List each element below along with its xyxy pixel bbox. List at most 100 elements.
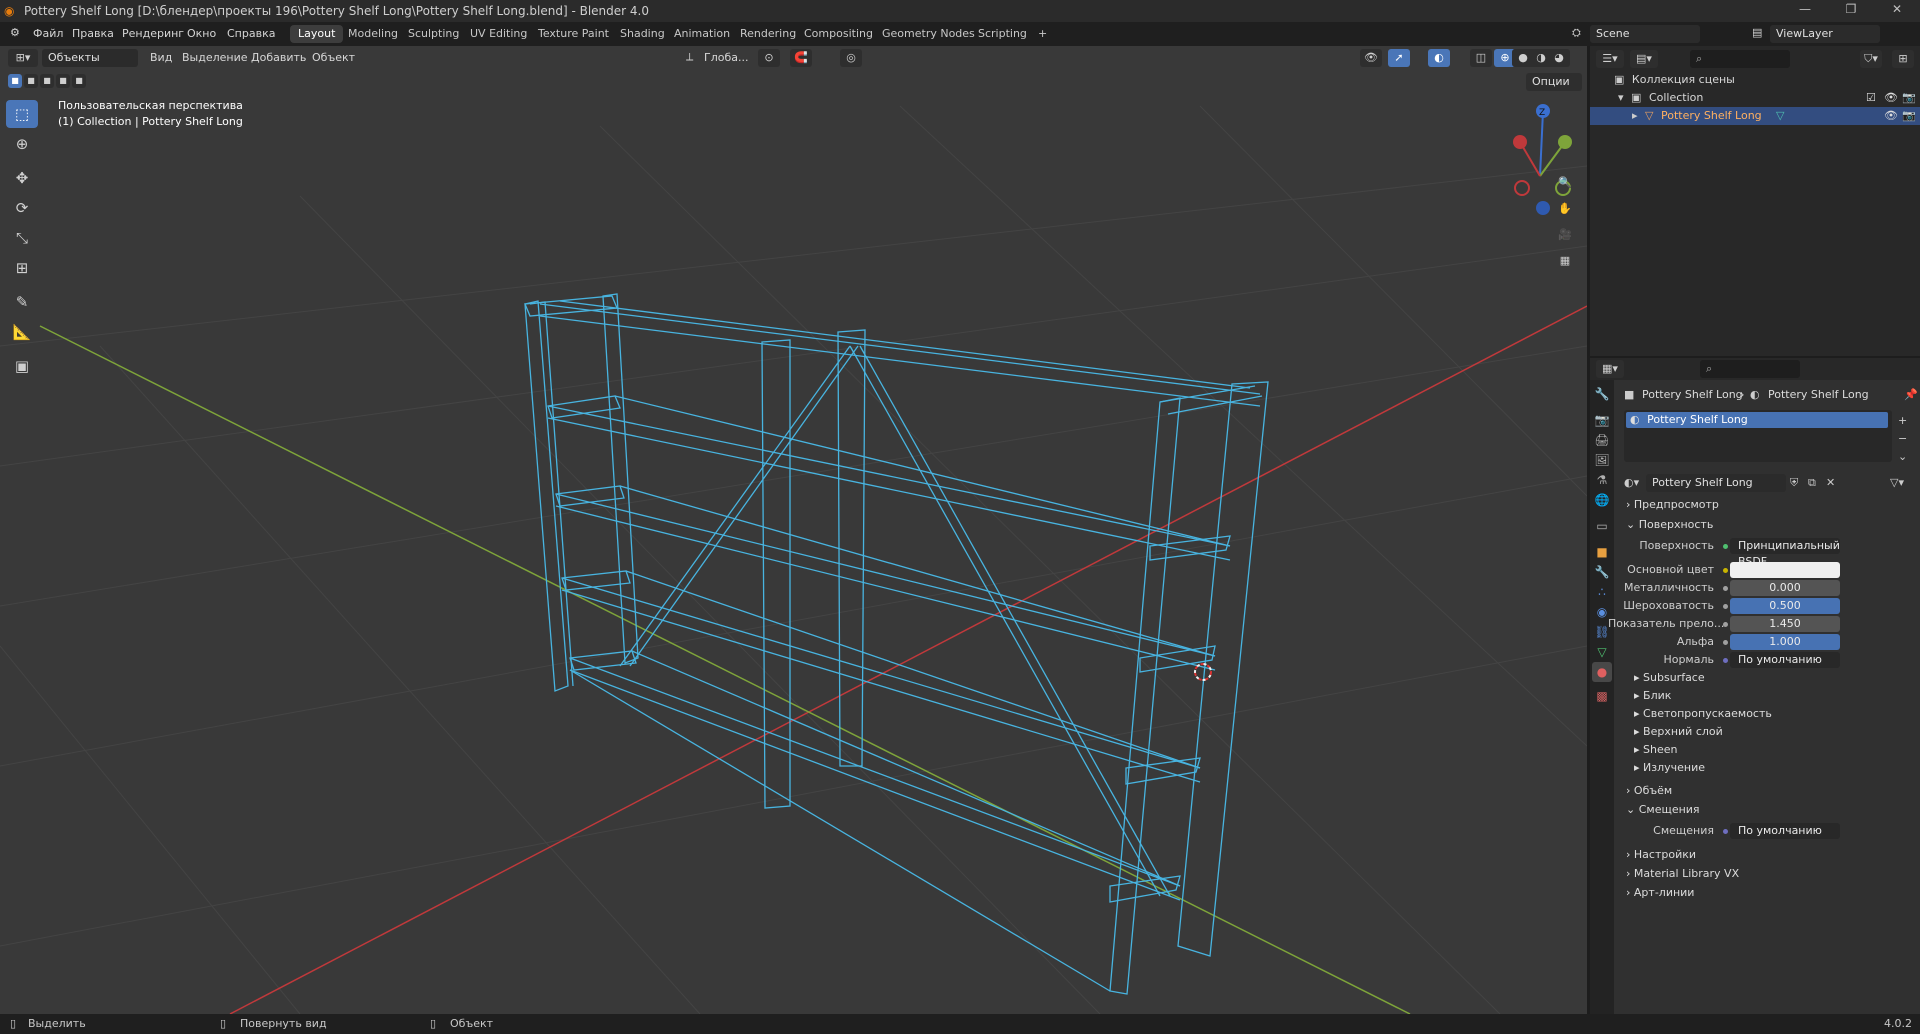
menu-select[interactable]: Выделение <box>182 51 248 64</box>
ior-field[interactable]: 1.450 <box>1730 616 1840 632</box>
tab-sculpting[interactable]: Sculpting <box>400 25 467 43</box>
panel-lineart[interactable]: › Арт-линии <box>1626 886 1694 899</box>
displacement-field[interactable]: По умолчанию <box>1730 823 1840 839</box>
panel-surface[interactable]: ⌄ Поверхность <box>1626 518 1713 531</box>
annotate-tool-icon[interactable]: ✎ <box>6 288 38 316</box>
select-mode-new-icon[interactable]: ■ <box>8 74 22 88</box>
options-dropdown[interactable]: Опции <box>1526 73 1582 91</box>
output-tab-icon[interactable]: 🖨 <box>1592 430 1612 450</box>
menu-render[interactable]: Рендеринг <box>122 27 184 40</box>
menu-add[interactable]: Добавить <box>251 51 306 64</box>
tab-shading[interactable]: Shading <box>612 25 673 43</box>
exclude-checkbox-icon[interactable]: ☑ <box>1866 89 1876 107</box>
scene-tab-icon[interactable]: ⚗ <box>1592 470 1612 490</box>
snap-icon[interactable]: 🧲 <box>790 49 812 67</box>
unlink-material-icon[interactable]: ✕ <box>1826 476 1835 489</box>
data-tab-icon[interactable]: ▽ <box>1592 642 1612 662</box>
select-mode-intersect-icon[interactable]: ■ <box>72 74 86 88</box>
object-visibility-icon[interactable]: 👁 <box>1884 107 1898 125</box>
tool-tab-icon[interactable]: 🔧 <box>1592 384 1612 404</box>
subpanel-transmission[interactable]: ▸ Светопропускаемость <box>1634 707 1772 720</box>
overlay-toggle-icon[interactable]: ◐ <box>1428 49 1450 67</box>
expand-arrow-icon[interactable]: ▸ <box>1632 109 1638 122</box>
collection-tab-icon[interactable]: ▭ <box>1592 516 1612 536</box>
transform-orientation-dropdown[interactable]: Глоба... <box>704 51 748 64</box>
tab-animation[interactable]: Animation <box>666 25 738 43</box>
select-mode-subtract-icon[interactable]: ■ <box>40 74 54 88</box>
maximize-button[interactable]: ❐ <box>1836 2 1866 20</box>
panel-preview[interactable]: › Предпросмотр <box>1626 498 1719 511</box>
3d-viewport[interactable]: Z ⊞▾ Объекты Вид Выделение Добавить Объе… <box>0 46 1587 1014</box>
tab-layout[interactable]: Layout <box>290 25 344 43</box>
rendered-shading-icon[interactable]: ◕ <box>1548 49 1570 67</box>
scene-selector[interactable]: Scene <box>1590 25 1700 43</box>
select-mode-invert-icon[interactable]: ■ <box>56 74 70 88</box>
subpanel-subsurface[interactable]: ▸ Subsurface <box>1634 671 1705 684</box>
outliner-row-collection[interactable]: ▾ ▣ Collection ☑ 👁 📷 <box>1590 89 1920 107</box>
tab-scripting[interactable]: Scripting <box>970 25 1035 43</box>
subpanel-emission[interactable]: ▸ Излучение <box>1634 761 1705 774</box>
menu-file[interactable]: Файл <box>33 27 63 40</box>
gizmo-toggle-icon[interactable]: ➚ <box>1388 49 1410 67</box>
alpha-field[interactable]: 1.000 <box>1730 634 1840 650</box>
collection-render-icon[interactable]: 📷 <box>1902 89 1916 107</box>
new-collection-icon[interactable]: ⊞ <box>1892 50 1914 68</box>
material-slot-row[interactable]: ◐ Pottery Shelf Long <box>1626 412 1888 428</box>
viewport-canvas[interactable]: Z <box>0 46 1587 1014</box>
scale-tool-icon[interactable]: ⤡ <box>6 224 38 252</box>
outliner-row-object[interactable]: ▸ ▽ Pottery Shelf Long ▽ 👁 📷 <box>1590 107 1920 125</box>
panel-displacement[interactable]: ⌄ Смещения <box>1626 803 1700 816</box>
move-tool-icon[interactable]: ✥ <box>6 164 38 192</box>
xray-toggle-icon[interactable]: ◫ <box>1470 49 1492 67</box>
proportional-edit-icon[interactable]: ◎ <box>840 49 862 67</box>
display-mode-icon[interactable]: ▤▾ <box>1630 50 1658 68</box>
outliner-row-scene-collection[interactable]: ▣ Коллекция сцены <box>1590 71 1920 89</box>
collection-visibility-icon[interactable]: 👁 <box>1884 89 1898 107</box>
cursor-tool-icon[interactable]: ⊕ <box>6 130 38 158</box>
outliner-search-input[interactable]: ⌕ <box>1690 50 1790 68</box>
menu-object[interactable]: Объект <box>312 51 355 64</box>
panel-material-library[interactable]: › Material Library VX <box>1626 867 1739 880</box>
pan-hand-icon[interactable]: ✋ <box>1554 200 1576 218</box>
view-layer-tab-icon[interactable]: 🖼 <box>1592 450 1612 470</box>
close-button[interactable]: ✕ <box>1882 2 1912 20</box>
render-tab-icon[interactable]: 📷 <box>1592 410 1612 430</box>
subpanel-specular[interactable]: ▸ Блик <box>1634 689 1671 702</box>
transform-tool-icon[interactable]: ⊞ <box>6 254 38 282</box>
camera-view-icon[interactable]: 🎥 <box>1554 226 1576 244</box>
tab-rendering[interactable]: Rendering <box>732 25 804 43</box>
link-type-icon[interactable]: ▽▾ <box>1890 476 1904 489</box>
world-tab-icon[interactable]: 🌐 <box>1592 490 1612 510</box>
subpanel-sheen[interactable]: ▸ Sheen <box>1634 743 1678 756</box>
visibility-icon[interactable]: 👁 <box>1360 49 1382 67</box>
tab-geometry-nodes[interactable]: Geometry Nodes <box>874 25 983 43</box>
panel-volume[interactable]: › Объём <box>1626 784 1672 797</box>
material-browse-icon[interactable]: ◐▾ <box>1624 476 1639 489</box>
tab-texture-paint[interactable]: Texture Paint <box>530 25 617 43</box>
tab-compositing[interactable]: Compositing <box>796 25 881 43</box>
measure-tool-icon[interactable]: 📐 <box>6 318 38 346</box>
pivot-point-icon[interactable]: ⊙ <box>758 49 780 67</box>
menu-view[interactable]: Вид <box>150 51 172 64</box>
minimize-button[interactable]: — <box>1790 2 1820 20</box>
roughness-field[interactable]: 0.500 <box>1730 598 1840 614</box>
add-workspace-button[interactable]: + <box>1030 25 1055 43</box>
material-name-field[interactable]: Pottery Shelf Long <box>1646 474 1786 492</box>
outliner-editor-type-icon[interactable]: ☰▾ <box>1596 50 1624 68</box>
expand-arrow-icon[interactable]: ▾ <box>1618 91 1624 104</box>
select-mode-extend-icon[interactable]: ■ <box>24 74 38 88</box>
menu-edit[interactable]: Правка <box>72 27 114 40</box>
add-cube-tool-icon[interactable]: ▣ <box>6 352 38 380</box>
material-tab-icon[interactable]: ● <box>1592 662 1612 682</box>
zoom-icon[interactable]: 🔍 <box>1554 174 1576 192</box>
duplicate-material-icon[interactable]: ⧉ <box>1808 476 1816 490</box>
material-slot-list[interactable]: ◐ Pottery Shelf Long <box>1624 410 1892 462</box>
object-render-icon[interactable]: 📷 <box>1902 107 1916 125</box>
remove-slot-button[interactable]: − <box>1898 432 1907 445</box>
fake-user-icon[interactable]: ⛨ <box>1790 476 1798 490</box>
metallic-field[interactable]: 0.000 <box>1730 580 1840 596</box>
tab-modeling[interactable]: Modeling <box>340 25 406 43</box>
base-color-swatch[interactable] <box>1730 562 1840 578</box>
menu-window[interactable]: Окно <box>187 27 216 40</box>
editor-type-button[interactable]: ⊞▾ <box>8 49 38 67</box>
